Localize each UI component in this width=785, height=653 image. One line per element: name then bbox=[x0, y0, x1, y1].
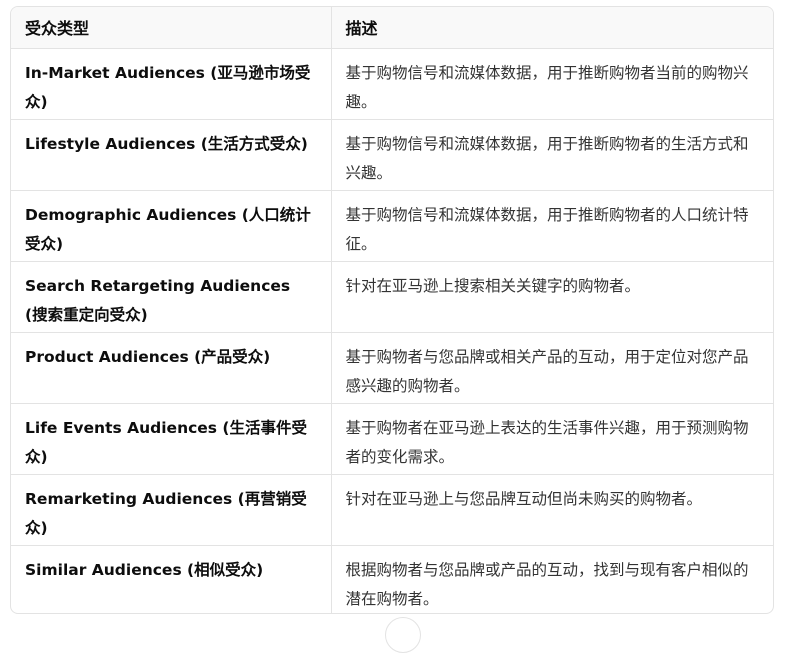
audience-type-cell: In-Market Audiences (亚马逊市场受众) bbox=[25, 63, 311, 111]
table-row: Remarketing Audiences (再营销受众) 针对在亚马逊上与您品… bbox=[11, 473, 773, 545]
table-header-row: 受众类型 描述 bbox=[11, 7, 773, 49]
header-description: 描述 bbox=[330, 7, 773, 49]
scroll-down-button[interactable] bbox=[385, 617, 421, 653]
description-cell: 基于购物信号和流媒体数据，用于推断购物者当前的购物兴趣。 bbox=[330, 48, 773, 119]
description-cell: 基于购物者与您品牌或相关产品的互动，用于定位对您产品感兴趣的购物者。 bbox=[330, 331, 773, 403]
description-cell: 针对在亚马逊上与您品牌互动但尚未购买的购物者。 bbox=[330, 473, 773, 545]
audience-table: 受众类型 描述 In-Market Audiences (亚马逊市场受众) 基于… bbox=[11, 7, 773, 613]
description-cell: 基于购物信号和流媒体数据，用于推断购物者的人口统计特征。 bbox=[330, 189, 773, 261]
description-cell: 基于购物者在亚马逊上表达的生活事件兴趣，用于预测购物者的变化需求。 bbox=[330, 402, 773, 474]
audience-type-cell: Life Events Audiences (生活事件受众) bbox=[11, 402, 331, 474]
audience-table-container: 受众类型 描述 In-Market Audiences (亚马逊市场受众) 基于… bbox=[10, 6, 774, 614]
audience-type-cell: Similar Audiences (相似受众) bbox=[11, 544, 331, 613]
table-row: Lifestyle Audiences (生活方式受众) 基于购物信号和流媒体数… bbox=[11, 118, 773, 190]
header-audience-type: 受众类型 bbox=[11, 7, 331, 49]
table-row: Demographic Audiences (人口统计受众) 基于购物信号和流媒… bbox=[11, 189, 773, 261]
audience-type-cell: Remarketing Audiences (再营销受众) bbox=[11, 473, 331, 545]
table-row: In-Market Audiences (亚马逊市场受众) 基于购物信号和流媒体… bbox=[11, 48, 773, 119]
description-cell: 针对在亚马逊上搜索相关关键字的购物者。 bbox=[330, 260, 773, 332]
table-row: Search Retargeting Audiences (搜索重定向受众) 针… bbox=[11, 260, 773, 332]
audience-type-cell: Demographic Audiences (人口统计受众) bbox=[11, 189, 331, 261]
table-row: Similar Audiences (相似受众) 根据购物者与您品牌或产品的互动… bbox=[11, 544, 773, 613]
description-cell: 根据购物者与您品牌或产品的互动，找到与现有客户相似的潜在购物者。 bbox=[330, 544, 773, 613]
audience-type-cell: Product Audiences (产品受众) bbox=[11, 331, 331, 403]
table-row: Product Audiences (产品受众) 基于购物者与您品牌或相关产品的… bbox=[11, 331, 773, 403]
audience-type-cell: Lifestyle Audiences (生活方式受众) bbox=[11, 118, 331, 190]
table-row: Life Events Audiences (生活事件受众) 基于购物者在亚马逊… bbox=[11, 402, 773, 474]
audience-type-cell: Search Retargeting Audiences (搜索重定向受众) bbox=[11, 260, 331, 332]
description-cell: 基于购物信号和流媒体数据，用于推断购物者的生活方式和兴趣。 bbox=[330, 118, 773, 190]
